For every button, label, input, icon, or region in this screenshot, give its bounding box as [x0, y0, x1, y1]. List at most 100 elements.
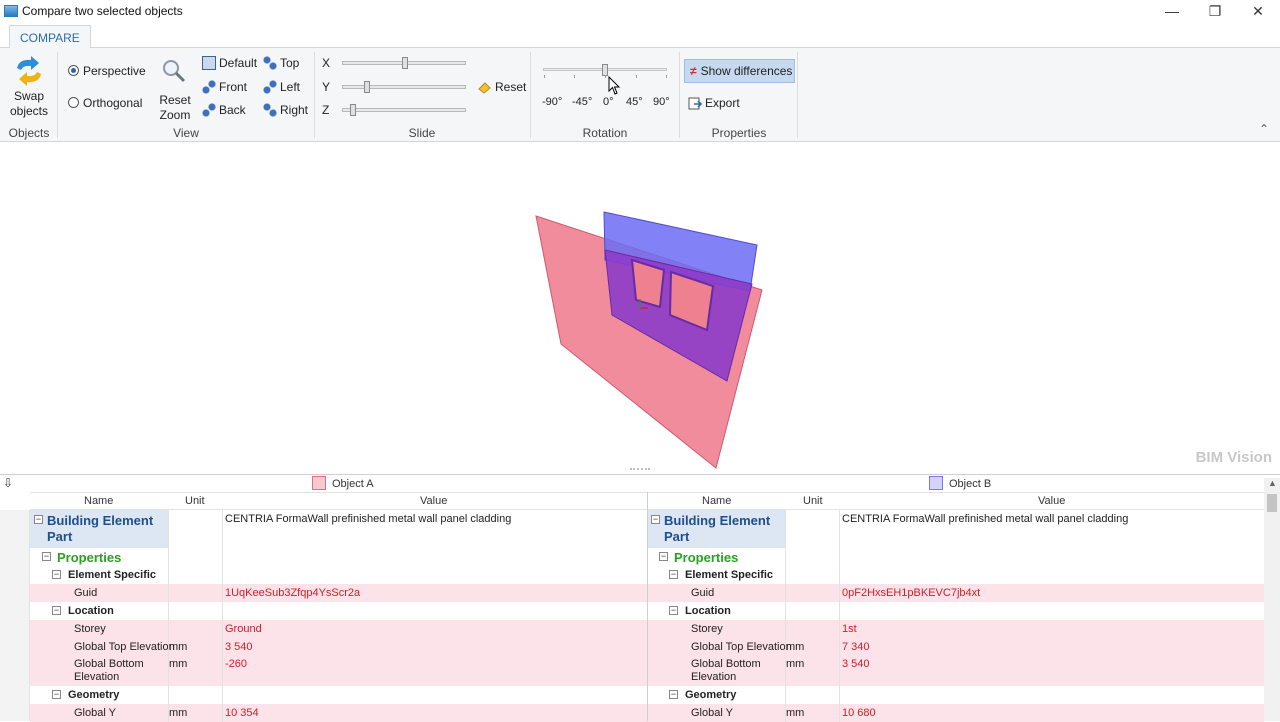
slide-x-slider[interactable] — [342, 57, 466, 69]
reset-zoom-button[interactable]: Reset Zoom — [156, 56, 194, 122]
view-right-button[interactable]: Right — [263, 103, 308, 117]
collapse-toggle-icon[interactable]: − — [34, 515, 43, 524]
slide-reset-button[interactable]: Reset — [478, 80, 526, 94]
slide-y-slider[interactable] — [342, 81, 466, 93]
column-value-b[interactable]: Value — [1038, 495, 1065, 507]
table-row[interactable]: Global Y mm 10 680 — [647, 704, 1264, 722]
rotation-slider[interactable] — [543, 64, 667, 78]
column-separator — [222, 656, 223, 686]
column-separator — [168, 510, 169, 548]
property-unit: mm — [169, 658, 188, 670]
column-separator — [839, 704, 840, 722]
panel-divider — [647, 492, 648, 721]
show-differences-button[interactable]: ≠ Show differences — [684, 59, 795, 83]
table-row[interactable]: Global Bottom Elevation mm -260 — [30, 656, 647, 686]
table-options-icon[interactable]: ⇩ — [3, 476, 13, 490]
slide-z-slider[interactable] — [342, 104, 466, 116]
table-row[interactable]: − Element Specific — [30, 566, 647, 584]
orthogonal-label: Orthogonal — [83, 96, 143, 110]
rotation-tick — [605, 75, 606, 78]
perspective-radio[interactable]: Perspective — [68, 64, 146, 78]
property-name: Global Top Elevation — [74, 641, 175, 653]
collapse-toggle-icon[interactable]: − — [52, 606, 61, 615]
column-separator — [222, 566, 223, 584]
column-value-a[interactable]: Value — [420, 495, 447, 507]
view-top-button[interactable]: Top — [263, 56, 299, 70]
table-row[interactable]: Global Y mm 10 354 — [30, 704, 647, 722]
show-differences-label: Show differences — [700, 64, 793, 78]
column-separator — [785, 510, 786, 548]
slide-z-thumb[interactable] — [350, 104, 357, 116]
column-unit-a[interactable]: Unit — [185, 495, 205, 507]
table-scrollbar[interactable]: ▲ — [1264, 478, 1280, 721]
collapse-toggle-icon[interactable]: − — [52, 690, 61, 699]
slide-reset-label: Reset — [495, 80, 527, 94]
property-value: 10 680 — [842, 707, 876, 719]
tab-compare[interactable]: COMPARE — [9, 25, 91, 49]
column-separator — [785, 686, 786, 704]
table-row[interactable]: − Geometry — [647, 686, 1264, 704]
object-b-swatch — [929, 476, 943, 490]
restore-button[interactable]: ❐ — [1193, 0, 1237, 23]
slide-y-thumb[interactable] — [364, 81, 371, 93]
collapse-toggle-icon[interactable]: − — [659, 552, 668, 561]
view-left-button[interactable]: Left — [263, 80, 300, 94]
table-row[interactable]: Guid 0pF2HxsEH1pBKEVC7jb4xt — [647, 584, 1264, 602]
table-row[interactable]: Global Bottom Elevation mm 3 540 — [647, 656, 1264, 686]
swap-objects-button[interactable]: Swap objects — [6, 54, 52, 120]
collapse-toggle-icon[interactable]: − — [669, 690, 678, 699]
table-row[interactable]: − Properties — [647, 548, 1264, 566]
scroll-up-icon[interactable]: ▲ — [1268, 478, 1277, 488]
collapse-toggle-icon[interactable]: − — [669, 606, 678, 615]
table-row[interactable]: Global Top Elevation mm 3 540 — [30, 638, 647, 656]
scrollbar-thumb[interactable] — [1267, 494, 1277, 512]
table-row[interactable]: − Location — [647, 602, 1264, 620]
export-button[interactable]: Export — [688, 96, 740, 110]
top-view-icon — [263, 56, 277, 70]
collapse-toggle-icon[interactable]: − — [651, 515, 660, 524]
slide-y-label: Y — [322, 80, 331, 94]
collapse-ribbon-chevron-icon[interactable]: ⌃ — [1259, 122, 1269, 136]
table-row[interactable]: Storey Ground — [30, 620, 647, 638]
column-separator — [839, 656, 840, 686]
table-row[interactable]: Global Top Elevation mm 7 340 — [647, 638, 1264, 656]
column-separator — [222, 584, 223, 602]
collapse-toggle-icon[interactable]: − — [52, 570, 61, 579]
column-separator — [168, 602, 169, 620]
eraser-icon — [478, 82, 491, 94]
table-row[interactable]: Guid 1UqKeeSub3Zfqp4YsScr2a — [30, 584, 647, 602]
close-button[interactable]: ✕ — [1236, 0, 1280, 23]
table-row[interactable]: − Element Specific — [647, 566, 1264, 584]
rotation-tick-label: -45° — [572, 96, 593, 108]
view-back-button[interactable]: Back — [202, 103, 246, 117]
column-separator — [168, 548, 169, 566]
table-row[interactable]: − Properties — [30, 548, 647, 566]
perspective-label: Perspective — [83, 64, 146, 78]
table-row[interactable]: − Building Element Part CENTRIA FormaWall … — [647, 510, 1264, 548]
table-row[interactable]: − Building Element Part CENTRIA FormaWall … — [30, 510, 647, 548]
not-equal-icon: ≠ — [690, 64, 697, 78]
column-name-b[interactable]: Name — [702, 495, 731, 507]
collapse-toggle-icon[interactable]: − — [42, 552, 51, 561]
group-name: Location — [68, 605, 114, 617]
splitter-grip[interactable] — [630, 468, 650, 472]
rotation-tick-label: -90° — [542, 96, 563, 108]
column-separator — [839, 686, 840, 704]
minimize-button[interactable]: — — [1150, 0, 1194, 23]
3d-viewport[interactable]: BIM Vision — [0, 143, 1280, 469]
column-unit-b[interactable]: Unit — [803, 495, 823, 507]
column-name-a[interactable]: Name — [84, 495, 113, 507]
collapse-toggle-icon[interactable]: − — [669, 570, 678, 579]
orthogonal-radio[interactable]: Orthogonal — [68, 96, 142, 110]
slide-x-thumb[interactable] — [402, 57, 408, 69]
table-row[interactable]: − Geometry — [30, 686, 647, 704]
table-row[interactable]: − Location — [30, 602, 647, 620]
column-separator — [839, 602, 840, 620]
view-front-button[interactable]: Front — [202, 80, 247, 94]
table-row[interactable]: Storey 1st — [647, 620, 1264, 638]
view-default-button[interactable]: Default — [202, 56, 257, 70]
view-right-label: Right — [280, 103, 309, 117]
property-unit: mm — [786, 658, 805, 670]
column-separator — [839, 620, 840, 638]
radio-checked-icon — [68, 65, 79, 76]
